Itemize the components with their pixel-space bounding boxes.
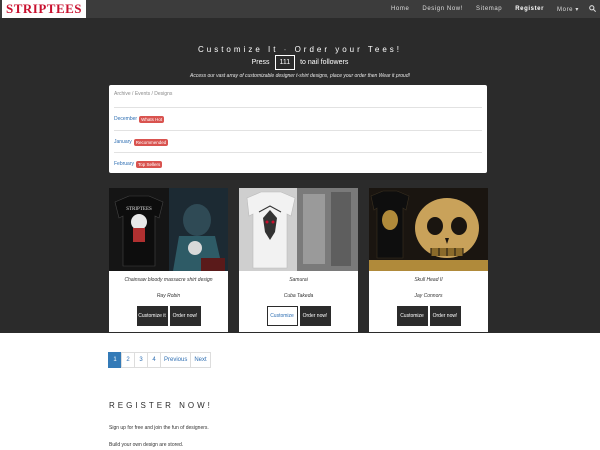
- customize-button[interactable]: Customize: [266, 306, 298, 326]
- archive-row: December Whats Hot: [114, 107, 482, 130]
- card-author[interactable]: Ray Robin: [109, 293, 228, 299]
- card-title[interactable]: Samurai: [239, 277, 358, 283]
- hero-subline: Press 111 to nail followers: [0, 55, 600, 70]
- order-now-button[interactable]: Order now!: [429, 306, 461, 326]
- nav-home[interactable]: Home: [391, 6, 409, 12]
- nav-register[interactable]: Register: [515, 6, 544, 12]
- status-badge: Top Sellers: [136, 160, 163, 168]
- search-icon[interactable]: [589, 4, 597, 14]
- page-3[interactable]: 3: [134, 352, 148, 368]
- pagination: 1 2 3 4 Previous Next: [108, 352, 211, 368]
- page-1[interactable]: 1: [108, 352, 122, 368]
- customize-button[interactable]: Customize it: [136, 306, 168, 326]
- design-image[interactable]: [239, 188, 358, 271]
- card-title[interactable]: Skull Head II: [369, 277, 488, 283]
- headline-part-1: Customize It: [197, 45, 279, 54]
- archive-link-january[interactable]: January: [114, 139, 132, 145]
- svg-text:STRIPTEES: STRIPTEES: [126, 207, 152, 212]
- page-4[interactable]: 4: [147, 352, 161, 368]
- page-2[interactable]: 2: [121, 352, 135, 368]
- order-now-button[interactable]: Order now!: [169, 306, 201, 326]
- design-image[interactable]: [369, 188, 488, 271]
- card-buttons: Customize it Order now!: [109, 306, 228, 326]
- status-badge: Recommended: [133, 138, 169, 146]
- card-author[interactable]: Cuba Takeda: [239, 293, 358, 299]
- card-author[interactable]: Jay Connors: [369, 293, 488, 299]
- hero-headline: Customize It - Order your Tees!: [0, 45, 600, 54]
- press-label: Press: [251, 59, 270, 66]
- site-logo[interactable]: STRIPTEES: [2, 0, 87, 18]
- nav-more[interactable]: More ▾: [557, 6, 579, 13]
- order-now-button[interactable]: Order now!: [299, 306, 331, 326]
- register-title: REGISTER NOW!: [109, 401, 213, 410]
- card-buttons: Customize Order now!: [239, 306, 358, 326]
- design-image[interactable]: STRIPTEES: [109, 188, 228, 271]
- archive-link-december[interactable]: December: [114, 116, 137, 122]
- register-text: Sign up for free and join the fun of des…: [109, 425, 209, 431]
- followers-label: to nail followers: [300, 59, 349, 66]
- status-badge: Whats Hot: [139, 115, 165, 123]
- design-card: Samurai Cuba Takeda Customize Order now!: [239, 188, 358, 332]
- archive-title: Archive / Events / Designs: [114, 91, 173, 97]
- customize-button[interactable]: Customize: [396, 306, 428, 326]
- nav-sitemap[interactable]: Sitemap: [476, 6, 502, 12]
- archive-row: February Top Sellers: [114, 152, 482, 175]
- register-text: Build your own design are stored.: [109, 442, 184, 448]
- follower-counter[interactable]: 111: [274, 55, 296, 70]
- card-buttons: Customize Order now!: [369, 306, 488, 326]
- access-text: Access our vast array of customizable de…: [189, 73, 410, 79]
- headline-part-3: Order your Tees!: [294, 45, 402, 54]
- hero-section: Customize It - Order your Tees! Press 11…: [0, 18, 600, 333]
- headline-part-2: -: [278, 45, 295, 54]
- page-next[interactable]: Next: [190, 352, 211, 368]
- nav-links: Home Design Now! Sitemap Register More ▾: [378, 0, 597, 18]
- archive-link-february[interactable]: February: [114, 161, 134, 167]
- archive-row: January Recommended: [114, 130, 482, 153]
- card-title[interactable]: Chainsaw bloody massacre shirt design: [109, 277, 228, 283]
- page-previous[interactable]: Previous: [160, 352, 192, 368]
- design-card: Skull Head II Jay Connors Customize Orde…: [369, 188, 488, 332]
- navbar: STRIPTEES Home Design Now! Sitemap Regis…: [0, 0, 600, 18]
- archive-panel: Archive / Events / Designs December What…: [109, 85, 487, 173]
- nav-design-now[interactable]: Design Now!: [422, 6, 463, 12]
- design-card: STRIPTEES Chainsaw bloody massacre shirt…: [109, 188, 228, 332]
